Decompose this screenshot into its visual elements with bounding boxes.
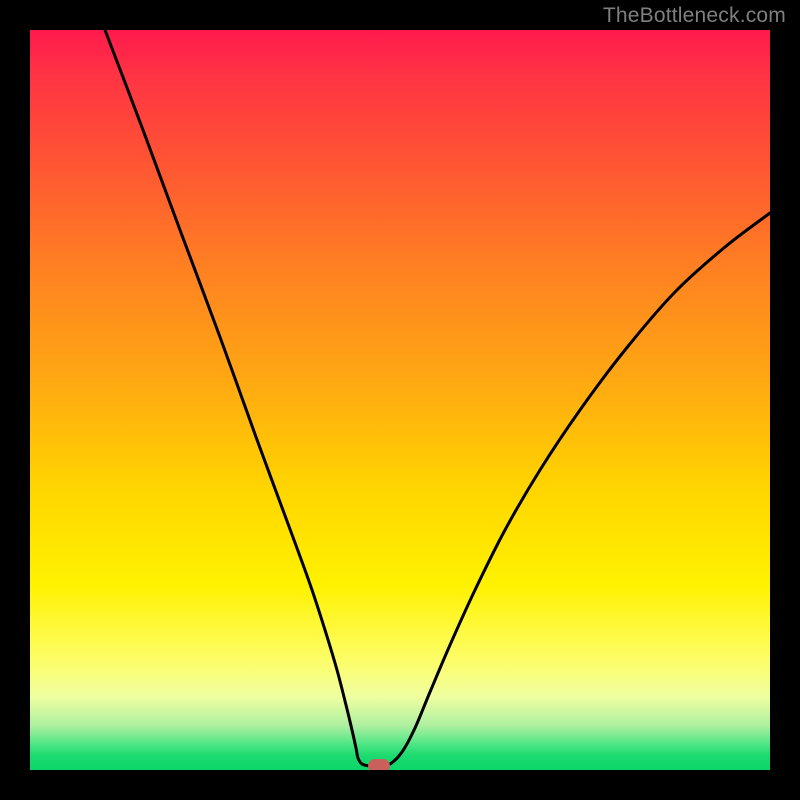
plot-area — [30, 30, 770, 770]
curve-path — [105, 30, 770, 766]
bottleneck-marker — [368, 759, 390, 770]
chart-frame: TheBottleneck.com — [0, 0, 800, 800]
watermark-text: TheBottleneck.com — [603, 4, 786, 28]
bottleneck-curve — [30, 30, 770, 770]
